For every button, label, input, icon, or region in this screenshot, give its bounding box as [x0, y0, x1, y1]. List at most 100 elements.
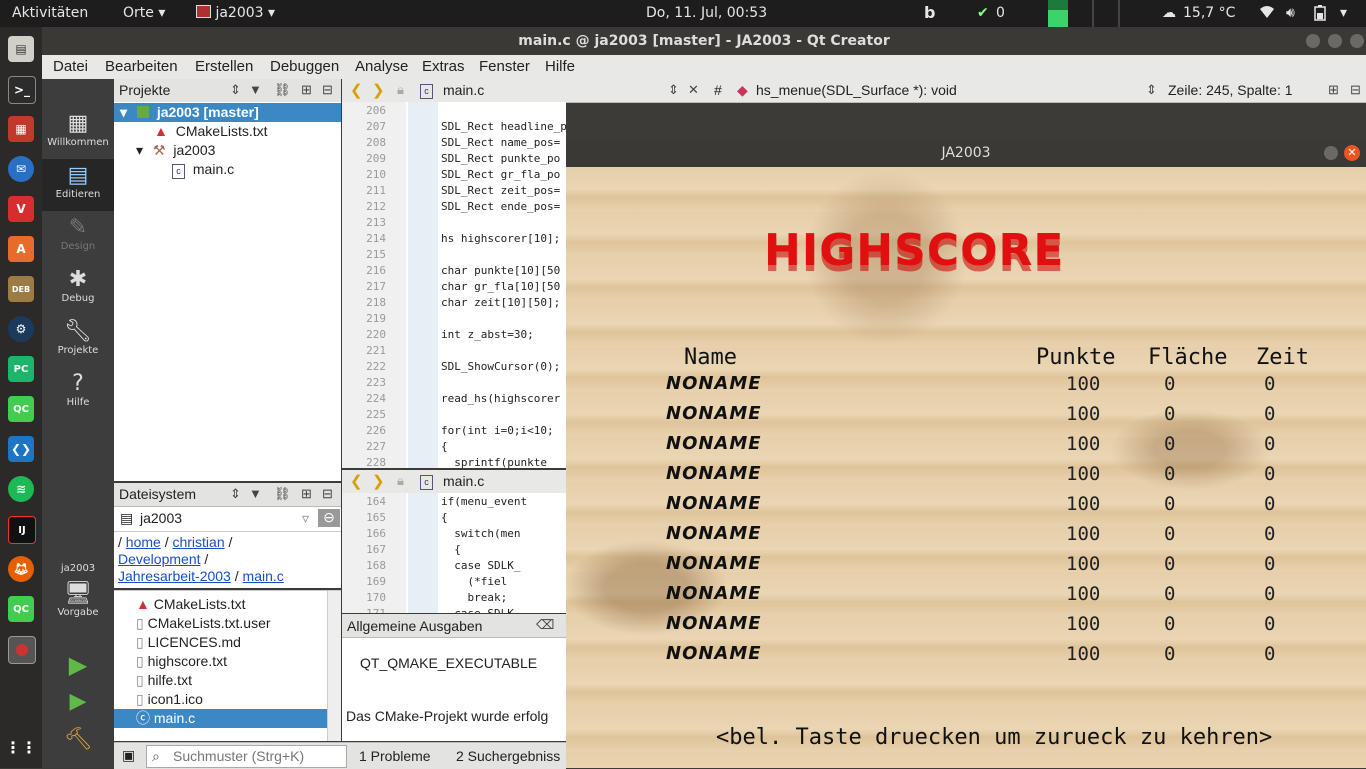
link-icon[interactable]: ⛓: [274, 82, 291, 98]
battery-icon[interactable]: [1314, 5, 1326, 25]
close-button[interactable]: ✕: [1344, 145, 1360, 161]
vscode-icon[interactable]: ❮❯: [8, 436, 34, 462]
list-item[interactable]: ▯ LICENCES.md: [136, 633, 241, 652]
active-app-icon[interactable]: [8, 636, 36, 664]
minimize-button[interactable]: [1306, 34, 1320, 48]
places-menu[interactable]: Orte ▾: [123, 5, 165, 21]
terminal-icon[interactable]: >_: [8, 76, 36, 104]
tab-probleme[interactable]: 1 Probleme: [359, 748, 431, 764]
breadcrumb-main-c[interactable]: main.c: [243, 568, 284, 584]
mode-design[interactable]: ✎ Design: [42, 215, 114, 252]
split-icon[interactable]: ⊞: [301, 82, 312, 98]
close-button[interactable]: [1350, 34, 1364, 48]
forward-icon[interactable]: ❯: [372, 472, 385, 490]
mode-hilfe[interactable]: ? Hilfe: [42, 371, 114, 408]
check-icon[interactable]: ✔: [977, 5, 989, 21]
minimize-button[interactable]: [1324, 146, 1338, 160]
breadcrumb-home[interactable]: home: [126, 534, 161, 550]
editor2-file[interactable]: main.c: [443, 473, 484, 489]
output-title[interactable]: Allgemeine Ausgaben: [347, 618, 482, 634]
back-icon[interactable]: ❮: [350, 472, 363, 490]
kit-selector[interactable]: 🖥︎ Vorgabe: [42, 581, 114, 618]
volume-icon[interactable]: 🔊︎: [1286, 5, 1295, 21]
filter-icon[interactable]: ▼: [249, 486, 262, 501]
intellij-icon[interactable]: IJ: [8, 516, 36, 544]
sort-icon[interactable]: ⇕: [230, 486, 241, 502]
sort-icon[interactable]: ⇕: [668, 82, 679, 98]
editor2-code[interactable]: 164 if(menu_event 165 {166 switch(men 167 {1…: [342, 493, 566, 613]
deb-installer-icon[interactable]: DEB: [8, 276, 34, 302]
mode-willkommen[interactable]: ▦ Willkommen: [42, 111, 114, 148]
activities-button[interactable]: Aktivitäten: [12, 5, 88, 21]
sort-icon[interactable]: ⇕: [1146, 82, 1157, 98]
list-item[interactable]: ▯ CMakeLists.txt.user: [136, 614, 271, 633]
scrollbar[interactable]: [327, 591, 341, 741]
cursor-position[interactable]: Zeile: 245, Spalte: 1: [1168, 82, 1293, 98]
list-item[interactable]: ▲ CMakeLists.txt: [136, 595, 246, 614]
list-item[interactable]: ▯ highscore.txt: [136, 652, 227, 671]
breadcrumb-christian[interactable]: christian: [172, 534, 224, 550]
menu-fenster[interactable]: Fenster: [479, 58, 530, 75]
run-button[interactable]: ▶: [42, 651, 114, 679]
function-selector[interactable]: hs_menue(SDL_Surface *): void: [756, 82, 957, 98]
tree-item-project[interactable]: ▾ ja2003 [master]: [114, 103, 341, 122]
close-panel-icon[interactable]: ⊟: [322, 486, 333, 502]
back-icon[interactable]: ❮: [350, 81, 363, 99]
tab-suchergebnisse[interactable]: 2 Suchergebniss: [456, 748, 560, 764]
maximize-button[interactable]: [1328, 34, 1342, 48]
clear-icon[interactable]: ⌫: [536, 617, 554, 633]
mode-editieren[interactable]: ▤ Editieren: [42, 159, 114, 211]
split-icon[interactable]: ⊞: [301, 486, 312, 502]
filter-icon[interactable]: ▼: [249, 82, 262, 97]
system-monitor-icon[interactable]: ▦: [8, 116, 34, 142]
qt-icon[interactable]: QC: [8, 596, 34, 622]
menu-debuggen[interactable]: Debuggen: [270, 58, 339, 75]
split-icon[interactable]: ⊞: [1328, 82, 1339, 98]
forward-icon[interactable]: ❯: [372, 81, 385, 99]
fs-root-selector[interactable]: ▤ ja2003 ▿ ⊖: [114, 507, 341, 532]
close-panel-icon[interactable]: ⊟: [322, 82, 333, 98]
menu-bearbeiten[interactable]: Bearbeiten: [105, 58, 178, 75]
locator-input[interactable]: ⌕ Suchmuster (Strg+K): [146, 745, 347, 768]
clock[interactable]: Do, 11. Jul, 00:53: [646, 5, 767, 21]
debug-run-button[interactable]: ▶: [42, 689, 114, 714]
spotify-icon[interactable]: ≋: [8, 476, 34, 502]
app-grid-icon[interactable]: ⋮⋮: [5, 734, 37, 760]
wifi-icon[interactable]: [1259, 5, 1275, 23]
build-button[interactable]: 🔨︎: [42, 727, 114, 752]
software-icon[interactable]: A: [8, 236, 34, 262]
close-icon[interactable]: ✕: [688, 82, 699, 98]
files-icon[interactable]: ▤: [8, 36, 34, 62]
bing-icon[interactable]: b: [924, 3, 935, 22]
tree-item-main-c[interactable]: c main.c: [172, 160, 234, 179]
tree-item-target[interactable]: ▾ ⚒ ja2003: [136, 141, 215, 160]
menu-analyse[interactable]: Analyse: [355, 58, 408, 75]
projects-panel-title[interactable]: Projekte: [119, 82, 170, 98]
system-menu[interactable]: ▾: [1340, 5, 1347, 21]
fs-panel-title[interactable]: Dateisystem: [119, 486, 196, 502]
editor1-code[interactable]: 206 207 SDL_Rect headline_pos={200,60,0,0}…: [342, 102, 566, 468]
link-icon[interactable]: ⛓: [274, 486, 291, 502]
sidebar-toggle-icon[interactable]: ▣: [122, 747, 135, 764]
weather-temp[interactable]: 15,7 °C: [1183, 5, 1235, 21]
list-item-selected[interactable]: ⓒ main.c: [114, 709, 327, 728]
tree-item-cmakelists[interactable]: ▲ CMakeLists.txt: [154, 122, 268, 141]
steam-icon[interactable]: ⚙: [8, 316, 34, 342]
game-canvas[interactable]: HIGHSCORE Name Punkte Fläche Zeit NONAME…: [566, 167, 1366, 768]
system-monitor[interactable]: [1022, 0, 1132, 27]
qtcreator-icon[interactable]: QC: [8, 396, 34, 422]
breadcrumb-jahresarbeit[interactable]: Jahresarbeit-2003: [118, 568, 231, 584]
sort-icon[interactable]: ⇕: [230, 82, 241, 98]
breadcrumb-development[interactable]: Development: [118, 551, 201, 567]
menu-erstellen[interactable]: Erstellen: [195, 58, 253, 75]
mode-debug[interactable]: ✱ Debug: [42, 267, 114, 304]
editor1-file[interactable]: main.c: [443, 82, 484, 98]
list-item[interactable]: ▯ hilfe.txt: [136, 671, 192, 690]
collapse-button[interactable]: ⊖: [318, 509, 340, 527]
menu-datei[interactable]: Datei: [53, 58, 88, 75]
list-item[interactable]: ▯ icon1.ico: [136, 690, 203, 709]
menu-extras[interactable]: Extras: [422, 58, 465, 75]
mode-projekte[interactable]: 🔧︎ Projekte: [42, 319, 114, 356]
app-menu[interactable]: ja2003 ▾: [196, 5, 275, 21]
thunderbird-icon[interactable]: ✉: [8, 156, 34, 182]
